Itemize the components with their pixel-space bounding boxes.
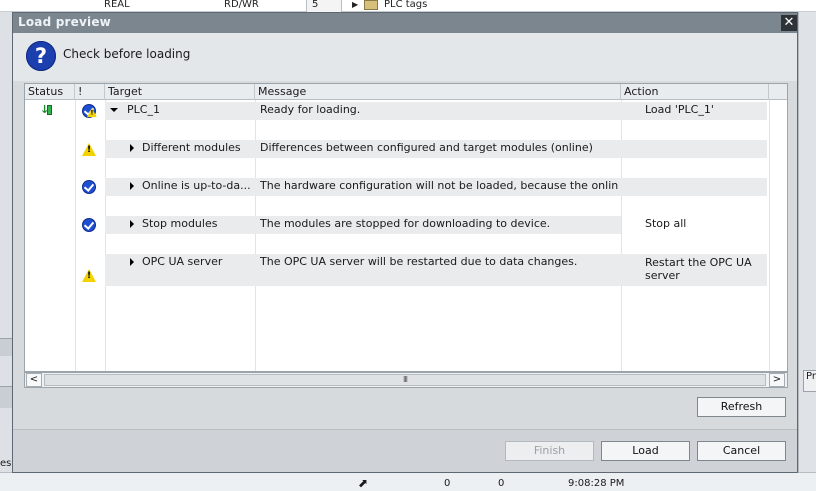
target-name: Stop modules	[142, 217, 218, 230]
table-row[interactable]: Different modules Differences between co…	[25, 140, 787, 158]
finish-button[interactable]: Finish	[505, 441, 594, 461]
check-icon	[82, 218, 96, 232]
action-stop-all[interactable]: Stop all	[645, 216, 767, 232]
bg-expand-icon: ▶	[352, 0, 359, 9]
check-icon	[82, 180, 96, 194]
cancel-button[interactable]: Cancel	[697, 441, 786, 461]
message-text: The OPC UA server will be restarted due …	[260, 255, 578, 268]
help-icon: ?	[26, 41, 56, 71]
table-row[interactable]: Online is up-to-da... The hardware confi…	[25, 178, 787, 196]
warning-icon	[82, 269, 96, 282]
bg-left-fragment: es	[0, 458, 12, 469]
expand-icon[interactable]	[130, 220, 134, 228]
expand-icon[interactable]	[130, 258, 134, 266]
header-text: Check before loading	[63, 47, 191, 61]
table-row[interactable]: Stop modules The modules are stopped for…	[25, 216, 787, 234]
target-name: Different modules	[142, 141, 241, 154]
dialog-header: ? Check before loading	[13, 33, 797, 81]
column-alert[interactable]: !	[75, 84, 105, 100]
target-name: PLC_1	[127, 103, 160, 116]
bg-right-tab[interactable]: Pr	[803, 370, 816, 392]
background-left-panel: es	[0, 12, 12, 472]
background-right-panel: Pr	[798, 12, 816, 472]
column-target[interactable]: Target	[105, 84, 255, 100]
pointer-arrow-icon: ⬈	[358, 476, 369, 490]
load-button[interactable]: Load	[601, 441, 690, 461]
table-header: Status ! Target Message Action	[25, 84, 787, 100]
status-value-2: 0	[498, 478, 505, 489]
message-text: The hardware configuration will not be l…	[260, 179, 618, 192]
status-time: 9:08:28 PM	[568, 478, 625, 489]
scroll-left-icon[interactable]: <	[26, 373, 42, 387]
bg-number-cell: 5	[306, 0, 342, 12]
folder-icon	[364, 0, 378, 10]
collapse-icon[interactable]	[110, 108, 118, 112]
bg-access-cell: RD/WR	[224, 0, 259, 10]
expand-icon[interactable]	[130, 144, 134, 152]
column-status[interactable]: Status	[25, 84, 75, 100]
refresh-button[interactable]: Refresh	[697, 397, 786, 417]
warning-icon	[82, 143, 96, 156]
dialog-footer: Finish Load Cancel	[13, 429, 797, 472]
dialog-titlebar[interactable]: Load preview ✕	[13, 13, 797, 33]
background-status-bar: ⬈ 0 0 9:08:28 PM	[0, 472, 816, 491]
bg-type-cell: REAL	[104, 0, 130, 10]
column-message[interactable]: Message	[255, 84, 621, 100]
target-name: OPC UA server	[142, 255, 223, 268]
message-text: Differences between configured and targe…	[260, 141, 593, 154]
table-row[interactable]: OPC UA server The OPC UA server will be …	[25, 254, 787, 286]
close-button[interactable]: ✕	[781, 15, 797, 31]
scroll-thumb[interactable]: III	[44, 374, 766, 386]
action-load-plc[interactable]: Load 'PLC_1'	[645, 102, 767, 118]
device-online-icon: ↓	[40, 104, 54, 116]
horizontal-scrollbar[interactable]: < III >	[24, 372, 788, 388]
message-text: The modules are stopped for downloading …	[260, 217, 551, 230]
background-table-strip: REAL RD/WR 5 ▶ PLC tags	[0, 0, 816, 12]
column-action[interactable]: Action	[621, 84, 769, 100]
load-preview-table: Status ! Target Message Action ↓ PLC_1 R…	[24, 83, 788, 372]
expand-icon[interactable]	[130, 182, 134, 190]
bg-plc-tags[interactable]: PLC tags	[384, 0, 427, 10]
dialog-title: Load preview	[18, 15, 111, 29]
load-preview-dialog: Load preview ✕ ? Check before loading St…	[12, 12, 798, 473]
action-restart-opc[interactable]: Restart the OPC UA server	[645, 256, 763, 282]
status-value-1: 0	[444, 478, 451, 489]
table-row[interactable]: ↓ PLC_1 Ready for loading. Load 'PLC_1'	[25, 102, 787, 120]
target-name: Online is up-to-da...	[142, 179, 251, 192]
message-text: Ready for loading.	[260, 103, 361, 116]
scroll-right-icon[interactable]: >	[769, 373, 785, 387]
small-warning-icon	[87, 108, 97, 118]
